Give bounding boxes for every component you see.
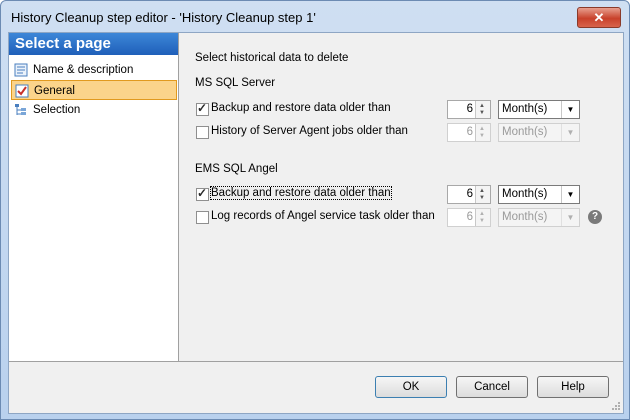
title-bar[interactable]: History Cleanup step editor - 'History C… — [1, 1, 629, 33]
chevron-down-icon[interactable]: ▼ — [561, 101, 579, 118]
dialog-window: History Cleanup step editor - 'History C… — [0, 0, 630, 420]
spin-up-icon: ▲ — [479, 103, 485, 109]
page-icon — [14, 63, 28, 77]
angel-log-records-label: Log records of Angel service task older … — [211, 210, 435, 222]
help-icon[interactable]: ? — [588, 210, 602, 224]
spinner-arrows: ▲ ▼ — [475, 209, 490, 226]
agent-jobs-label: History of Server Agent jobs older than — [211, 125, 408, 137]
spin-down-icon: ▼ — [479, 133, 485, 139]
spinner-arrows[interactable]: ▲ ▼ — [475, 101, 490, 118]
select-value: Month(s) — [502, 211, 548, 223]
page-list-pane: Select a page Name & description General — [9, 33, 179, 361]
ok-button[interactable]: OK — [375, 376, 447, 398]
dialog-client: Select a page Name & description General — [8, 32, 624, 414]
select-value: Month(s) — [502, 126, 548, 138]
agent-jobs-unit-select: Month(s) ▼ — [498, 123, 580, 142]
agent-jobs-checkbox[interactable] — [196, 126, 209, 139]
page-list-header: Select a page — [9, 33, 178, 55]
angel-log-records-checkbox[interactable] — [196, 211, 209, 224]
select-value: Month(s) — [502, 103, 548, 115]
close-icon: ✕ — [593, 10, 605, 25]
backup-restore-checkbox-mssql[interactable] — [196, 101, 209, 116]
spin-up-icon: ▲ — [479, 211, 485, 217]
page-heading: Select historical data to delete — [195, 52, 349, 64]
group-title-ems-sql-angel: EMS SQL Angel — [195, 163, 278, 175]
chevron-down-icon: ▼ — [561, 209, 579, 226]
backup-restore-label-angel: Backup and restore data older than — [210, 186, 392, 200]
cancel-button[interactable]: Cancel — [456, 376, 528, 398]
chevron-down-icon: ▼ — [561, 124, 579, 141]
spinner-arrows[interactable]: ▲ ▼ — [475, 186, 490, 203]
spinner-value: 6 — [466, 126, 473, 138]
footer-separator — [9, 361, 623, 362]
spin-up-icon: ▲ — [479, 188, 485, 194]
help-button[interactable]: Help — [537, 376, 609, 398]
spin-up-icon: ▲ — [479, 126, 485, 132]
general-page: Select historical data to delete MS SQL … — [179, 33, 623, 361]
spin-down-icon: ▼ — [479, 218, 485, 224]
resize-grip-icon[interactable] — [611, 401, 621, 411]
nav-item-selection[interactable]: Selection — [11, 100, 177, 120]
backup-restore-unit-select-mssql[interactable]: Month(s) ▼ — [498, 100, 580, 119]
spin-down-icon: ▼ — [479, 110, 485, 116]
select-value: Month(s) — [502, 188, 548, 200]
spinner-arrows: ▲ ▼ — [475, 124, 490, 141]
checklist-icon — [15, 84, 29, 98]
spinner-value: 6 — [466, 188, 473, 200]
angel-log-records-unit-select: Month(s) ▼ — [498, 208, 580, 227]
spinner-value: 6 — [466, 103, 473, 115]
agent-jobs-age-spinner: 6 ▲ ▼ — [447, 123, 491, 142]
nav-item-label: General — [34, 85, 75, 97]
group-title-ms-sql-server: MS SQL Server — [195, 77, 276, 89]
angel-log-records-age-spinner: 6 ▲ ▼ — [447, 208, 491, 227]
backup-restore-age-spinner-mssql[interactable]: 6 ▲ ▼ — [447, 100, 491, 119]
chevron-down-icon[interactable]: ▼ — [561, 186, 579, 203]
spinner-value: 6 — [466, 211, 473, 223]
close-button[interactable]: ✕ — [577, 7, 621, 28]
spin-down-icon: ▼ — [479, 195, 485, 201]
nav-item-label: Name & description — [33, 64, 134, 76]
backup-restore-unit-select-angel[interactable]: Month(s) ▼ — [498, 185, 580, 204]
nav-item-label: Selection — [33, 104, 81, 116]
backup-restore-age-spinner-angel[interactable]: 6 ▲ ▼ — [447, 185, 491, 204]
nav-item-name-description[interactable]: Name & description — [11, 60, 177, 80]
backup-restore-checkbox-angel[interactable] — [196, 186, 209, 201]
nav-item-general[interactable]: General — [11, 80, 177, 100]
backup-restore-label-mssql: Backup and restore data older than — [211, 102, 391, 114]
window-title: History Cleanup step editor - 'History C… — [11, 10, 316, 25]
tree-icon — [15, 104, 26, 115]
